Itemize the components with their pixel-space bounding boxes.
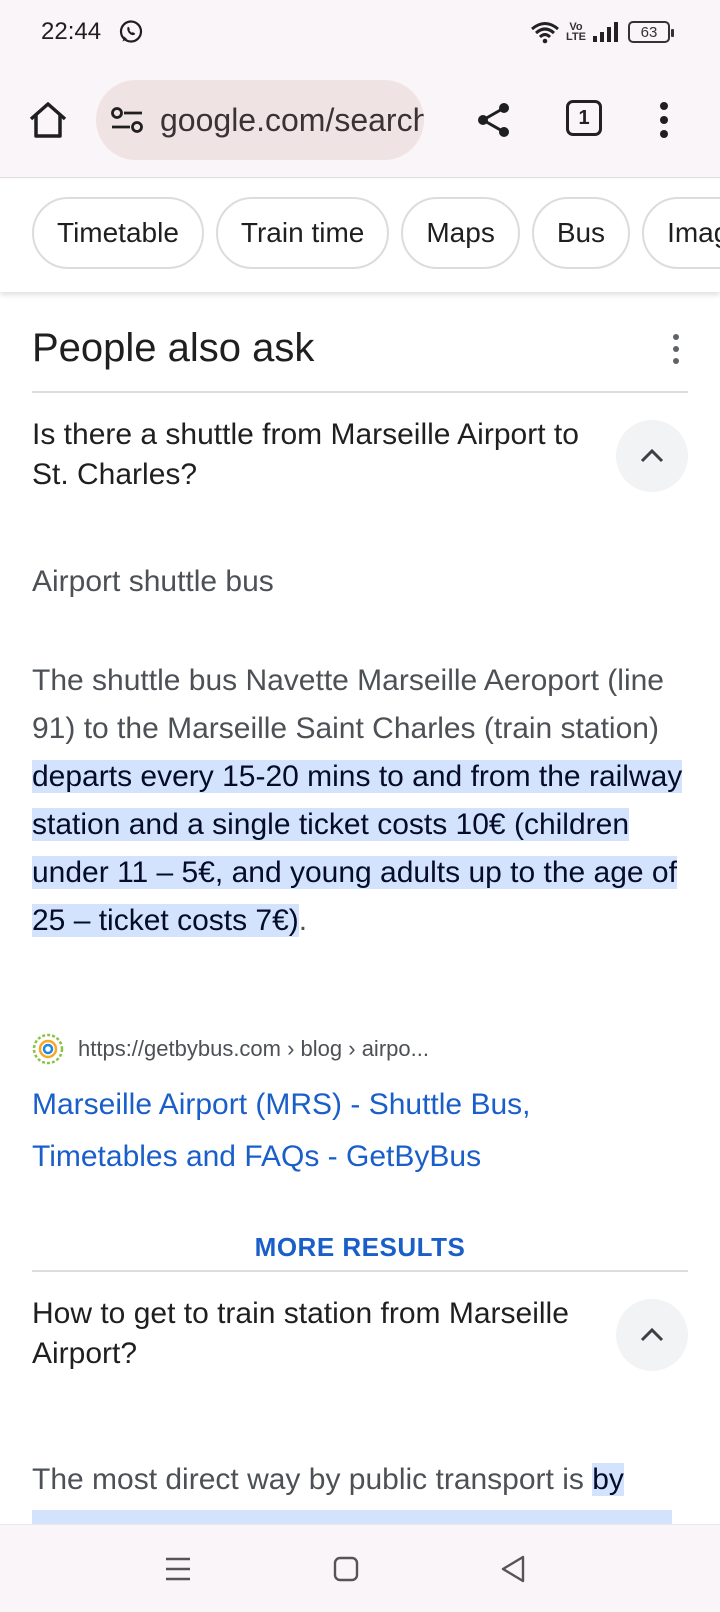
url-text[interactable]: google.com/search [160,102,424,139]
browser-toolbar: google.com/search 1 [0,66,720,178]
wifi-icon [531,22,559,44]
source-url[interactable]: https://getbybus.com › blog › airpo... [78,1036,429,1062]
tabs-icon[interactable]: 1 [566,100,602,136]
answer-2-text: The most direct way by public transport … [32,1463,712,1497]
divider [32,391,688,393]
back-icon[interactable] [492,1547,536,1591]
source-row[interactable]: https://getbybus.com › blog › airpo... [32,1033,429,1065]
chevron-up-icon [640,448,664,463]
recent-apps-icon[interactable] [156,1547,200,1591]
collapse-button[interactable] [616,420,688,492]
collapse-button[interactable] [616,1299,688,1371]
volte-badge: Vo LTE [566,21,586,43]
paa-question-2[interactable]: How to get to train station from Marseil… [32,1294,592,1374]
more-results-button[interactable]: MORE RESULTS [0,1232,720,1263]
home-nav-icon[interactable] [324,1547,368,1591]
search-chips: Timetable Train time Maps Bus Images [32,197,720,269]
address-bar[interactable]: google.com/search [96,80,424,160]
home-icon[interactable] [26,98,70,142]
battery-level: 63 [640,23,658,41]
chevron-up-icon [640,1327,664,1342]
tab-count: 1 [578,106,590,129]
chip-maps[interactable]: Maps [401,197,520,269]
getbybus-favicon-icon [32,1033,64,1065]
answer-heading: Airport shuttle bus [32,565,274,598]
more-vert-icon[interactable] [652,100,676,140]
status-bar: 22:44 Vo LTE 63 [0,0,720,66]
paa-question-1[interactable]: Is there a shuttle from Marseille Airpor… [32,415,592,495]
status-time: 22:44 [41,18,102,45]
search-chips-bar: Timetable Train time Maps Bus Images [0,179,720,292]
answer-2-plain: The most direct way by public transport … [32,1463,593,1496]
answer-end: . [298,904,308,937]
source-title-link[interactable]: Marseille Airport (MRS) - Shuttle Bus, T… [32,1079,652,1183]
share-icon[interactable] [474,100,514,140]
chip-bus[interactable]: Bus [531,197,631,269]
site-settings-icon[interactable] [110,106,146,134]
answer-2-overflow [32,1510,672,1524]
answer-highlight: departs every 15-20 mins to and from the… [32,760,683,937]
answer-text: The shuttle bus Navette Marseille Aeropo… [32,657,692,945]
battery-icon: 63 [628,21,674,43]
paa-more-icon[interactable] [664,332,688,366]
status-icons: Vo LTE 63 [530,18,674,46]
answer-plain: The shuttle bus Navette Marseille Aeropo… [32,664,664,745]
answer-2-highlight: by [592,1463,624,1496]
system-nav-bar [0,1524,720,1612]
chip-images[interactable]: Images [642,197,720,269]
chip-train-time[interactable]: Train time [215,197,390,269]
whatsapp-icon [119,20,143,43]
chip-timetable[interactable]: Timetable [32,197,204,269]
divider [32,1270,688,1272]
paa-title: People also ask [32,326,315,370]
signal-icon [593,22,618,42]
